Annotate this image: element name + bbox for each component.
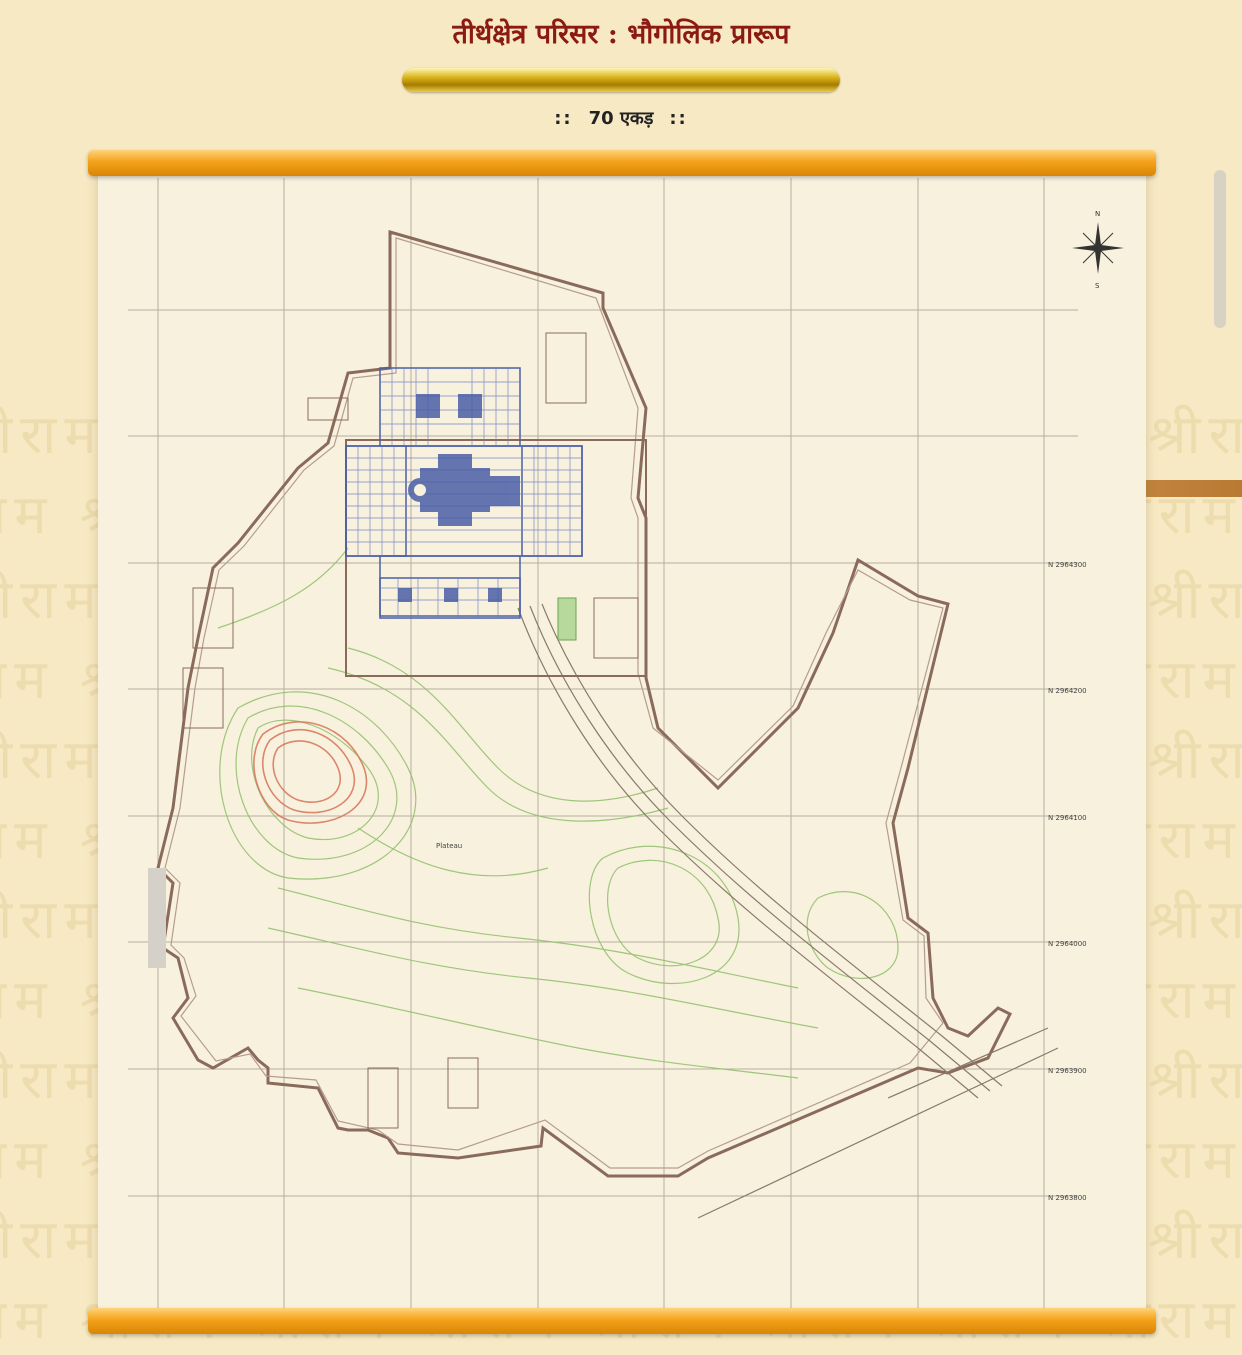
hill-contours: [253, 721, 368, 824]
temple-complex: [345, 367, 647, 677]
scrollbar-thumb[interactable]: [1214, 170, 1226, 328]
northing-label: N 2963900: [1048, 1067, 1087, 1075]
access-road: [517, 603, 1059, 1219]
area-suffix: ::: [669, 108, 688, 129]
grey-strip: [148, 868, 166, 968]
site-inner-boundary: [164, 237, 944, 1169]
map-scroll: N 2964300 N 2964200 N 2964100 N 2964000 …: [88, 148, 1156, 1338]
compass-south-label: S: [1095, 282, 1100, 290]
scroll-rod-top: [88, 150, 1156, 176]
northing-label: N 2964200: [1048, 687, 1087, 695]
site-map: N 2964300 N 2964200 N 2964100 N 2964000 …: [128, 178, 1124, 1314]
page-title: तीर्थक्षेत्र परिसर : भौगोलिक प्रारूप: [452, 19, 790, 50]
site-label: Plateau: [436, 842, 462, 850]
compass-north-label: N: [1095, 210, 1100, 218]
area-prefix: ::: [554, 108, 573, 129]
area-value: 70 एकड़: [588, 108, 654, 129]
northing-label: N 2964100: [1048, 814, 1087, 822]
site-boundary: [156, 230, 1013, 1178]
northing-label: N 2964300: [1048, 561, 1087, 569]
scroll-rod-bottom: [88, 1308, 1156, 1334]
area-label: :: 70 एकड़::: [0, 106, 1242, 130]
map-grid: [128, 178, 1078, 1314]
map-sheet: N 2964300 N 2964200 N 2964100 N 2964000 …: [98, 168, 1146, 1314]
northing-label: N 2964000: [1048, 940, 1087, 948]
green-patch: [557, 597, 577, 641]
northing-label: N 2963800: [1048, 1194, 1087, 1202]
title-divider: [402, 68, 840, 92]
compass-rose-icon: N S: [1072, 210, 1124, 290]
